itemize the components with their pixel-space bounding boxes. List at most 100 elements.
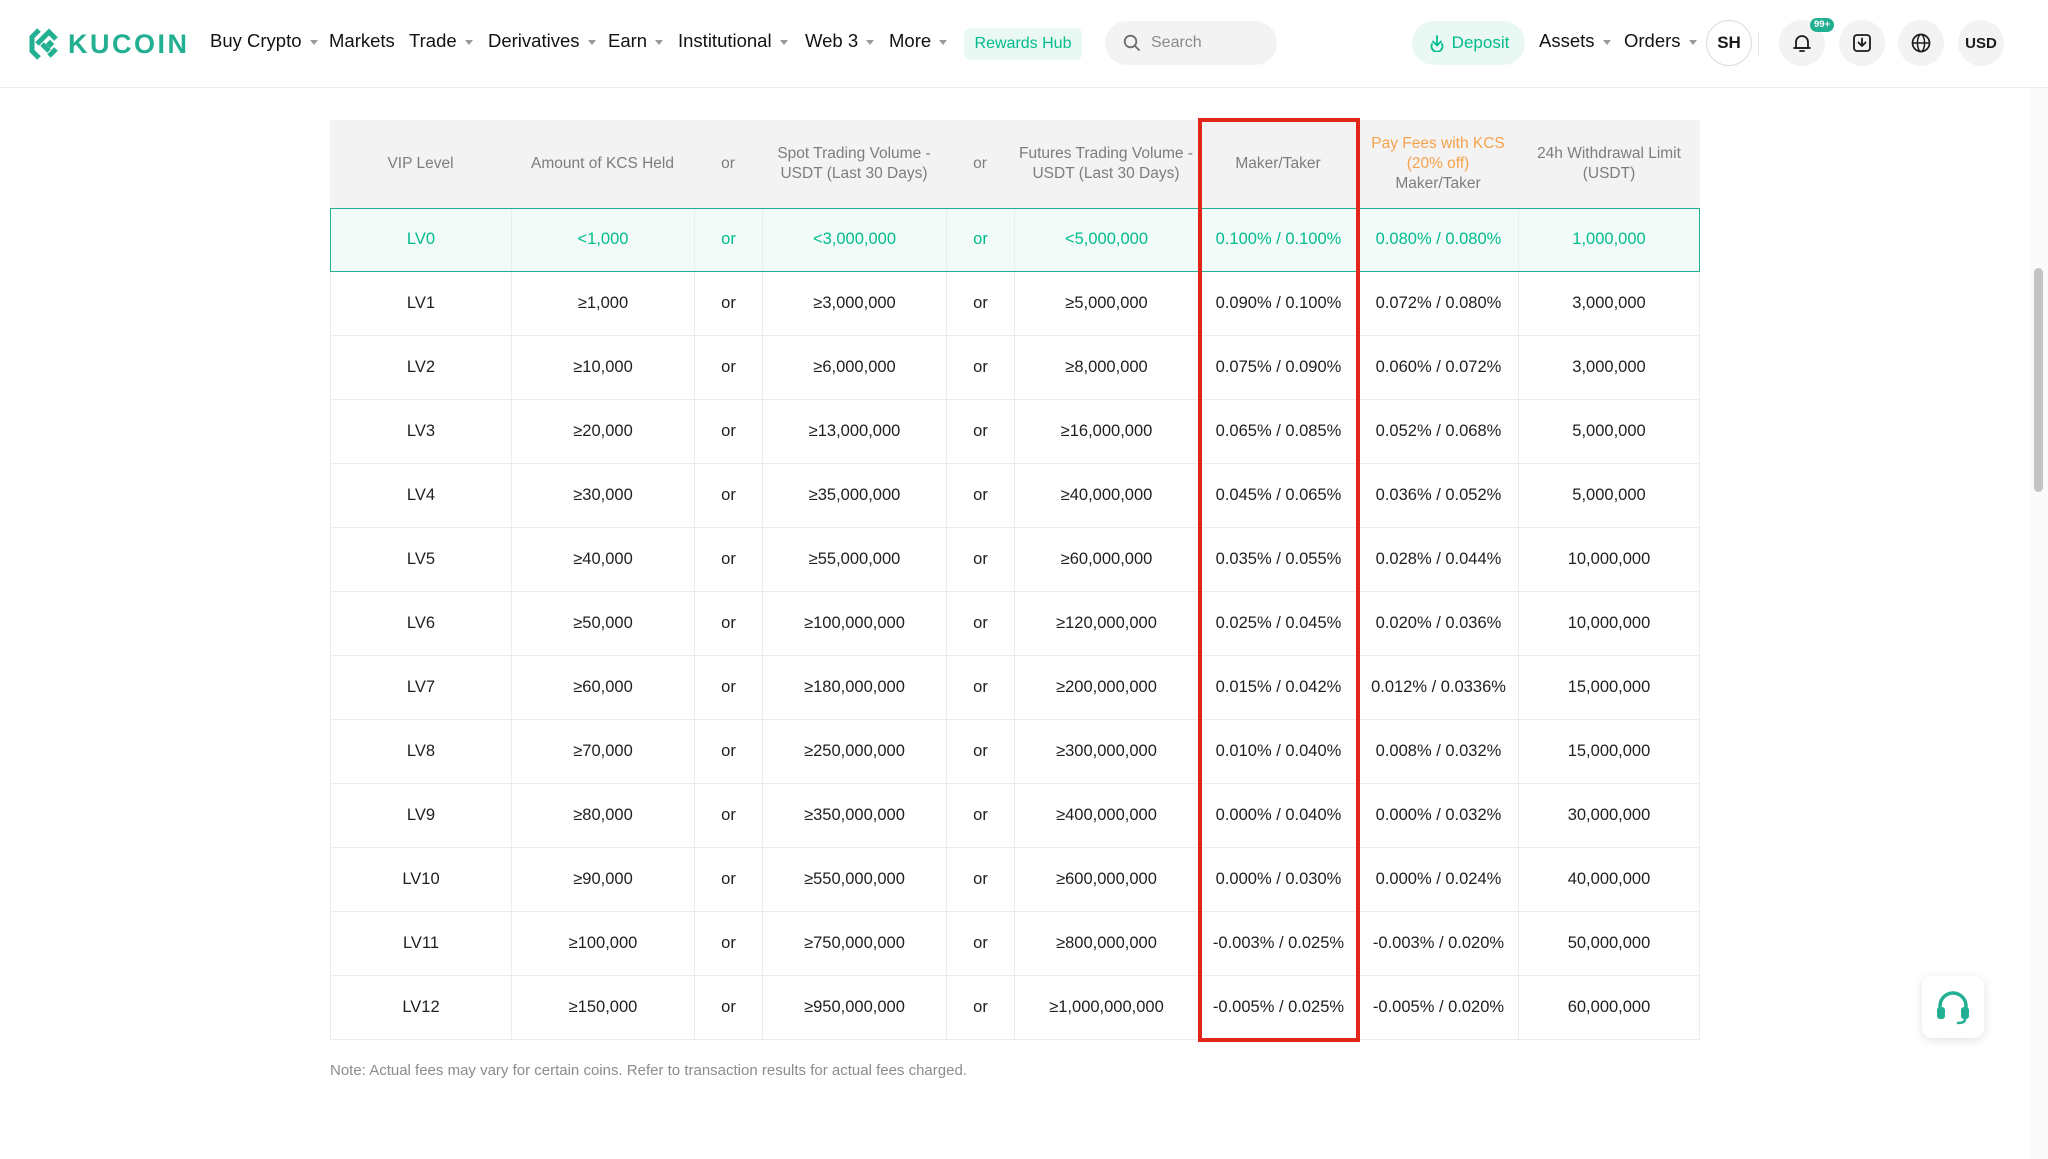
nav-more[interactable]: More bbox=[889, 30, 948, 52]
cell-withdrawal-limit: 30,000,000 bbox=[1518, 784, 1700, 847]
cell-spot-volume: ≥3,000,000 bbox=[762, 272, 946, 335]
cell-futures-volume: <5,000,000 bbox=[1014, 208, 1198, 271]
cell-maker-taker: 0.000% / 0.030% bbox=[1198, 848, 1358, 911]
download-app-button[interactable] bbox=[1839, 20, 1885, 66]
notification-badge: 99+ bbox=[1810, 18, 1835, 32]
table-row: LV9 ≥80,000 or ≥350,000,000 or ≥400,000,000 0.… bbox=[330, 784, 1700, 848]
cell-maker-taker: 0.010% / 0.040% bbox=[1198, 720, 1358, 783]
cell-withdrawal-limit: 5,000,000 bbox=[1518, 400, 1700, 463]
cell-or: or bbox=[694, 720, 762, 783]
table-row: LV6 ≥50,000 or ≥100,000,000 or ≥120,000,000 0.… bbox=[330, 592, 1700, 656]
nav-orders[interactable]: Orders bbox=[1624, 30, 1697, 52]
header-text: (USDT) bbox=[1582, 165, 1636, 182]
cell-or: or bbox=[694, 272, 762, 335]
scrollbar-thumb[interactable] bbox=[2034, 268, 2043, 492]
cell-futures-volume: ≥120,000,000 bbox=[1014, 592, 1198, 655]
cell-kcs-fee: 0.060% / 0.072% bbox=[1358, 336, 1518, 399]
chevron-down-icon bbox=[779, 40, 788, 45]
nav-web3[interactable]: Web 3 bbox=[805, 30, 875, 52]
cell-kcs-held: ≥50,000 bbox=[511, 592, 694, 655]
cell-kcs-held: ≥10,000 bbox=[511, 336, 694, 399]
cell-or: or bbox=[694, 528, 762, 591]
nav-buy-crypto[interactable]: Buy Crypto bbox=[210, 30, 318, 52]
chevron-down-icon bbox=[587, 40, 596, 45]
cell-or: or bbox=[946, 720, 1014, 783]
header-or: or bbox=[694, 120, 762, 208]
nav-assets[interactable]: Assets bbox=[1539, 30, 1611, 52]
cell-kcs-fee: 0.008% / 0.032% bbox=[1358, 720, 1518, 783]
table-row: LV4 ≥30,000 or ≥35,000,000 or ≥40,000,000 0.04… bbox=[330, 464, 1700, 528]
chevron-down-icon bbox=[309, 40, 318, 45]
cell-kcs-held: ≥90,000 bbox=[511, 848, 694, 911]
cell-spot-volume: ≥180,000,000 bbox=[762, 656, 946, 719]
cell-futures-volume: ≥200,000,000 bbox=[1014, 656, 1198, 719]
header-or: or bbox=[946, 120, 1014, 208]
search-box[interactable] bbox=[1105, 21, 1277, 65]
cell-kcs-fee: 0.080% / 0.080% bbox=[1358, 208, 1518, 271]
header-kcs-held: Amount of KCS Held bbox=[511, 120, 694, 208]
cell-kcs-held: ≥80,000 bbox=[511, 784, 694, 847]
header-kcs-fees: Pay Fees with KCS (20% off) Maker/Taker bbox=[1358, 120, 1518, 208]
page-scrollbar[interactable] bbox=[2030, 88, 2048, 1159]
cell-spot-volume: ≥750,000,000 bbox=[762, 912, 946, 975]
cell-futures-volume: ≥400,000,000 bbox=[1014, 784, 1198, 847]
deposit-icon bbox=[1430, 35, 1444, 52]
cell-kcs-fee: -0.003% / 0.020% bbox=[1358, 912, 1518, 975]
chevron-down-icon bbox=[939, 40, 948, 45]
cell-or: or bbox=[946, 272, 1014, 335]
language-button[interactable] bbox=[1898, 20, 1944, 66]
cell-kcs-held: ≥100,000 bbox=[511, 912, 694, 975]
cell-or: or bbox=[694, 592, 762, 655]
nav-earn[interactable]: Earn bbox=[608, 30, 664, 52]
cell-withdrawal-limit: 60,000,000 bbox=[1518, 976, 1700, 1039]
cell-or: or bbox=[694, 656, 762, 719]
table-row: LV8 ≥70,000 or ≥250,000,000 or ≥300,000,000 0.… bbox=[330, 720, 1700, 784]
cell-maker-taker: 0.065% / 0.085% bbox=[1198, 400, 1358, 463]
cell-futures-volume: ≥1,000,000,000 bbox=[1014, 976, 1198, 1039]
cell-maker-taker: 0.035% / 0.055% bbox=[1198, 528, 1358, 591]
cell-or: or bbox=[946, 336, 1014, 399]
nav-markets[interactable]: Markets bbox=[329, 30, 395, 52]
nav-trade[interactable]: Trade bbox=[409, 30, 473, 52]
cell-futures-volume: ≥8,000,000 bbox=[1014, 336, 1198, 399]
cell-withdrawal-limit: 10,000,000 bbox=[1518, 528, 1700, 591]
table-row: LV11 ≥100,000 or ≥750,000,000 or ≥800,000,000… bbox=[330, 912, 1700, 976]
nav-derivatives[interactable]: Derivatives bbox=[488, 30, 596, 52]
cell-spot-volume: ≥6,000,000 bbox=[762, 336, 946, 399]
nav-label: Buy Crypto bbox=[210, 30, 302, 51]
cell-vip-level: LV7 bbox=[330, 656, 511, 719]
table-row: LV10 ≥90,000 or ≥550,000,000 or ≥600,000,000 0… bbox=[330, 848, 1700, 912]
user-avatar[interactable]: SH bbox=[1706, 20, 1752, 66]
cell-vip-level: LV5 bbox=[330, 528, 511, 591]
cell-maker-taker: 0.100% / 0.100% bbox=[1198, 208, 1358, 271]
deposit-button[interactable]: Deposit bbox=[1412, 21, 1525, 65]
cell-maker-taker: -0.005% / 0.025% bbox=[1198, 976, 1358, 1039]
cell-or: or bbox=[946, 592, 1014, 655]
cell-or: or bbox=[694, 976, 762, 1039]
header-text: or bbox=[721, 155, 735, 172]
nav-institutional[interactable]: Institutional bbox=[678, 30, 788, 52]
bell-icon bbox=[1793, 35, 1811, 52]
cell-or: or bbox=[946, 656, 1014, 719]
cell-kcs-held: ≥70,000 bbox=[511, 720, 694, 783]
header-text: Amount of KCS Held bbox=[530, 155, 674, 172]
cell-withdrawal-limit: 3,000,000 bbox=[1518, 336, 1700, 399]
cell-futures-volume: ≥300,000,000 bbox=[1014, 720, 1198, 783]
top-navigation-bar: KUCOIN Buy Crypto Markets Trade Derivati… bbox=[0, 0, 2048, 88]
rewards-hub-button[interactable]: Rewards Hub bbox=[964, 28, 1082, 60]
nav-label: Institutional bbox=[678, 30, 772, 51]
header-text: or bbox=[973, 155, 987, 172]
header-futures-volume: Futures Trading Volume - USDT (Last 30 D… bbox=[1014, 120, 1198, 208]
cell-withdrawal-limit: 50,000,000 bbox=[1518, 912, 1700, 975]
header-text: 24h Withdrawal Limit bbox=[1537, 145, 1681, 162]
cell-kcs-held: ≥20,000 bbox=[511, 400, 694, 463]
customer-support-button[interactable] bbox=[1922, 976, 1984, 1038]
cell-maker-taker: 0.045% / 0.065% bbox=[1198, 464, 1358, 527]
cell-vip-level: LV2 bbox=[330, 336, 511, 399]
currency-selector[interactable]: USD bbox=[1958, 20, 2004, 66]
header-vip-level: VIP Level bbox=[330, 120, 511, 208]
search-input[interactable] bbox=[1149, 33, 1273, 53]
cell-futures-volume: ≥16,000,000 bbox=[1014, 400, 1198, 463]
kucoin-logo[interactable]: KUCOIN bbox=[28, 26, 190, 62]
table-row: LV0 <1,000 or <3,000,000 or <5,000,000 0.100% … bbox=[330, 208, 1700, 272]
